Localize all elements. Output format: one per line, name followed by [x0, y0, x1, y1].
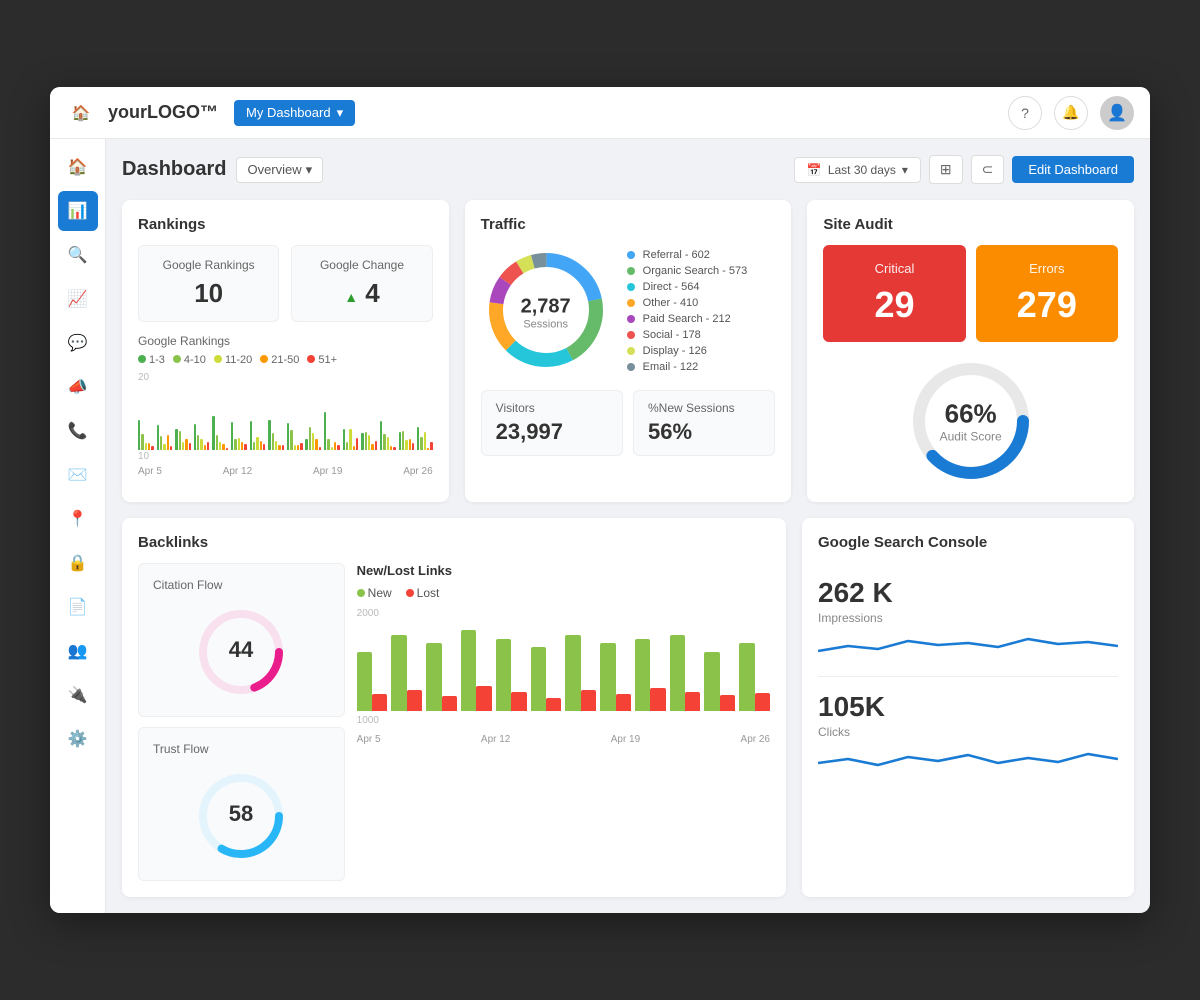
traffic-sub-metrics: Visitors 23,997 %New Sessions 56% — [481, 390, 776, 456]
nl-x-labels: Apr 5Apr 12Apr 19Apr 26 — [357, 730, 770, 745]
visitors-metric: Visitors 23,997 — [481, 390, 623, 456]
edit-dashboard-button[interactable]: Edit Dashboard — [1012, 156, 1134, 183]
rankings-x-labels: Apr 5Apr 12Apr 19Apr 26 — [138, 462, 433, 477]
gsc-card: Google Search Console 262 K Impressions … — [802, 518, 1134, 897]
errors-stat: Errors 279 — [976, 245, 1118, 342]
backlinks-title: Backlinks — [138, 534, 770, 551]
audit-score-center: 66% Audit Score — [940, 399, 1002, 444]
dashboard-dropdown-button[interactable]: My Dashboard ▾ — [234, 100, 355, 126]
traffic-title: Traffic — [481, 216, 776, 233]
new-lost-legend: New Lost — [357, 586, 770, 600]
bottom-row: Backlinks Citation Flow 44 — [122, 518, 1134, 897]
sidebar-item-chat[interactable]: 💬 — [58, 323, 98, 363]
new-lost-title: New/Lost Links — [357, 563, 770, 578]
new-sessions-metric: %New Sessions 56% — [633, 390, 775, 456]
avatar[interactable]: 👤 — [1100, 96, 1134, 130]
audit-score: 66% Audit Score — [823, 356, 1118, 486]
sidebar-item-email[interactable]: ✉️ — [58, 455, 98, 495]
overview-dropdown[interactable]: Overview ▾ — [236, 157, 323, 183]
sidebar-item-home[interactable]: 🏠 — [58, 147, 98, 187]
rankings-card: Rankings Google Rankings 10 Google Chang… — [122, 200, 449, 502]
page-header: Dashboard Overview ▾ 📅 Last 30 days ▾ ⊞ … — [122, 155, 1134, 184]
flow-metrics: Citation Flow 44 Tru — [138, 563, 345, 881]
gsc-title: Google Search Console — [818, 534, 1118, 551]
rankings-chart: 20 10 Apr 5Apr 12Apr 19Apr 26 — [138, 372, 433, 452]
backlinks-content: Citation Flow 44 Tru — [138, 563, 770, 881]
site-audit-card: Site Audit Critical 29 Errors 279 — [807, 200, 1134, 502]
sidebar: 🏠 📊 🔍 📈 💬 📣 📞 ✉️ 📍 🔒 📄 👥 🔌 ⚙️ — [50, 139, 106, 913]
date-range-button[interactable]: 📅 Last 30 days ▾ — [794, 157, 921, 183]
citation-flow-donut: 44 — [153, 602, 330, 702]
help-button[interactable]: ? — [1008, 96, 1042, 130]
critical-stat: Critical 29 — [823, 245, 965, 342]
sidebar-item-dashboard[interactable]: 📊 — [58, 191, 98, 231]
gsc-clicks: 105K Clicks — [818, 677, 1118, 790]
chart-view-button[interactable]: ⊞ — [929, 155, 963, 184]
home-nav-icon[interactable]: 🏠 — [66, 98, 96, 128]
sidebar-item-integrations[interactable]: 🔌 — [58, 675, 98, 715]
sidebar-item-documents[interactable]: 📄 — [58, 587, 98, 627]
backlinks-card: Backlinks Citation Flow 44 — [122, 518, 786, 897]
gsc-impressions: 262 K Impressions — [818, 563, 1118, 677]
sidebar-item-search[interactable]: 🔍 — [58, 235, 98, 275]
sidebar-item-settings[interactable]: ⚙️ — [58, 719, 98, 759]
notifications-button[interactable]: 🔔 — [1054, 96, 1088, 130]
sidebar-item-analytics[interactable]: 📈 — [58, 279, 98, 319]
traffic-donut: 2,787 Sessions — [481, 245, 611, 380]
donut-center: 2,787 Sessions — [521, 295, 571, 330]
svg-text:58: 58 — [229, 801, 253, 826]
sidebar-item-location[interactable]: 📍 — [58, 499, 98, 539]
rankings-metrics: Google Rankings 10 Google Change ▲ 4 — [138, 245, 433, 322]
logo: yourLOGO™ — [108, 102, 218, 123]
page-title: Dashboard — [122, 158, 226, 181]
sidebar-item-calls[interactable]: 📞 — [58, 411, 98, 451]
svg-text:44: 44 — [229, 637, 254, 662]
rankings-title: Rankings — [138, 216, 433, 233]
sidebar-item-campaigns[interactable]: 📣 — [58, 367, 98, 407]
share-button[interactable]: ⊂ — [971, 155, 1005, 184]
top-row: Rankings Google Rankings 10 Google Chang… — [122, 200, 1134, 502]
google-change-metric: Google Change ▲ 4 — [291, 245, 432, 322]
sidebar-item-users[interactable]: 👥 — [58, 631, 98, 671]
trust-flow-donut: 58 — [153, 766, 330, 866]
rankings-chart-title: Google Rankings — [138, 334, 433, 348]
impressions-sparkline — [818, 631, 1118, 661]
citation-flow-card: Citation Flow 44 — [138, 563, 345, 717]
new-lost-links: New/Lost Links New Lost 2000 1000 Apr 5A… — [357, 563, 770, 881]
site-audit-title: Site Audit — [823, 216, 1118, 233]
traffic-donut-section: 2,787 Sessions Referral - 602Organic Sea… — [481, 245, 776, 380]
google-rankings-metric: Google Rankings 10 — [138, 245, 279, 322]
traffic-legend: Referral - 602Organic Search - 573Direct… — [627, 249, 748, 377]
trust-flow-card: Trust Flow 58 — [138, 727, 345, 881]
main-content: Dashboard Overview ▾ 📅 Last 30 days ▾ ⊞ … — [106, 139, 1150, 913]
sidebar-item-security[interactable]: 🔒 — [58, 543, 98, 583]
clicks-sparkline — [818, 745, 1118, 775]
audit-top-metrics: Critical 29 Errors 279 — [823, 245, 1118, 342]
rankings-legend: 1-3 4-10 11-20 21-50 51+ — [138, 354, 433, 366]
traffic-card: Traffic 2,787 Sessions — [465, 200, 792, 502]
